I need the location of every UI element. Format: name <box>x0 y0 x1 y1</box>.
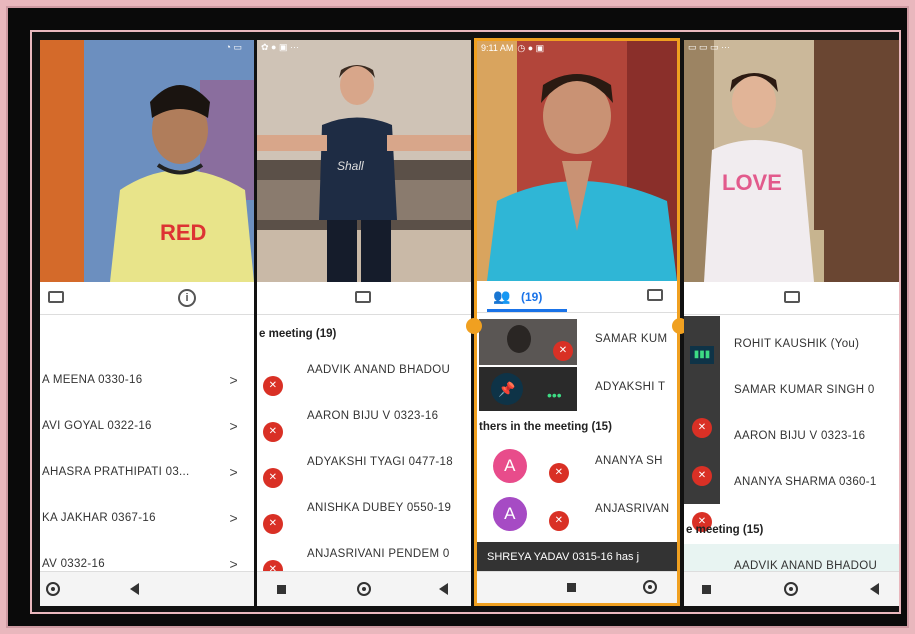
tab-bar: 👥 (19) <box>477 282 677 313</box>
home-icon[interactable] <box>784 582 798 596</box>
people-icon[interactable]: 👥 <box>493 288 510 305</box>
list-item[interactable]: AV 0332-16 > <box>40 542 254 572</box>
phone-screen-1: RED ◔ ▭ i A MEENA 0330-16 > AVI GOYAL 032… <box>40 40 254 606</box>
mic-off-icon: ✕ <box>263 422 283 442</box>
people-count[interactable]: (19) <box>521 290 542 304</box>
home-icon[interactable] <box>357 582 371 596</box>
participant-list: ✕ SAMAR KUM 📌 ••• ADYAKSHI T thers in th… <box>477 315 677 572</box>
tab-bar: i <box>40 284 254 315</box>
phone-screen-4: LOVE ▭ ▭ ▭ ··· ▮▮▮ ✕ ✕ ✕ ROHIT KAUSHIK (… <box>684 40 899 606</box>
mic-off-icon: ✕ <box>263 376 283 396</box>
notification-icons: ▭ ▭ ▭ ··· <box>688 42 731 52</box>
list-item-highlighted[interactable]: ✕ AADVIK ANAND BHADOU <box>684 544 899 572</box>
info-icon[interactable]: i <box>178 289 196 307</box>
recents-icon[interactable] <box>702 585 711 594</box>
android-nav-bar <box>40 571 254 606</box>
chevron-right-icon: > <box>229 556 238 572</box>
participant-list: ▮▮▮ ✕ ✕ ✕ ROHIT KAUSHIK (You) SAMAR KUMA… <box>684 316 899 572</box>
active-tab-indicator <box>487 309 567 312</box>
back-icon[interactable] <box>130 583 139 595</box>
svg-text:Shall: Shall <box>337 159 364 173</box>
mic-off-icon: ✕ <box>549 511 569 531</box>
status-bar: ▭ ▭ ▭ ··· <box>688 42 895 56</box>
chevron-right-icon: > <box>229 464 238 480</box>
list-item[interactable]: ✕ ANISHKA DUBEY 0550-19 <box>257 490 471 536</box>
section-header: e meeting (15) <box>686 524 764 536</box>
recents-icon[interactable] <box>277 585 286 594</box>
wifi-battery-icon: ◔ ▭ <box>225 42 242 52</box>
phone-screen-2: Shall ✿ ● ▣ ··· e meeting (19) ✕ AADVIK A… <box>257 40 471 606</box>
status-bar: ◔ ▭ <box>44 42 250 56</box>
list-item[interactable]: A MEENA 0330-16 > <box>40 358 254 404</box>
list-item[interactable]: ✕ AADVIK ANAND BHADOU <box>257 352 471 398</box>
participant-list: A MEENA 0330-16 > AVI GOYAL 0322-16 > AHAS… <box>40 316 254 572</box>
video-feed-3: 9:11 AM ◷ ● ▣ <box>477 41 677 281</box>
list-item[interactable]: ✕ ADYAKSHI TYAGI 0477-18 <box>257 444 471 490</box>
list-item[interactable]: ANANYA SHARMA 0360-1 <box>684 460 899 506</box>
list-item[interactable]: AARON BIJU V 0323-16 <box>684 414 899 460</box>
join-notification-toast: SHREYA YADAV 0315-16 has j <box>477 542 677 572</box>
recents-icon[interactable] <box>567 583 576 592</box>
list-item[interactable]: KA JAKHAR 0367-16 > <box>40 496 254 542</box>
phone-screen-3: 9:11 AM ◷ ● ▣ 👥 (19) ✕ SAMAR KUM 📌 ••• AD… <box>474 38 680 606</box>
notification-icons: ◷ ● ▣ <box>517 43 545 53</box>
mic-off-icon: ✕ <box>549 463 569 483</box>
chevron-right-icon: > <box>229 510 238 526</box>
section-header: e meeting (19) <box>259 328 337 340</box>
back-icon[interactable] <box>870 583 879 595</box>
video-feed-4: LOVE ▭ ▭ ▭ ··· <box>684 40 899 282</box>
chevron-right-icon: > <box>229 372 238 388</box>
list-item[interactable]: ✕ ANJASRIVANI PENDEM 0 <box>257 536 471 572</box>
mic-off-icon: ✕ <box>263 514 283 534</box>
list-item[interactable]: SAMAR KUMAR SINGH 0 <box>684 368 899 414</box>
status-bar: ✿ ● ▣ ··· <box>261 42 467 56</box>
list-item[interactable]: AVI GOYAL 0322-16 > <box>40 404 254 450</box>
tab-bar <box>684 284 899 315</box>
photo-frame: RED ◔ ▭ i A MEENA 0330-16 > AVI GOYAL 032… <box>6 6 909 628</box>
tab-bar <box>257 284 471 315</box>
list-item[interactable]: ROHIT KAUSHIK (You) <box>684 322 899 368</box>
svg-text:LOVE: LOVE <box>722 170 782 195</box>
chevron-right-icon: > <box>229 418 238 434</box>
section-header: thers in the meeting (15) <box>479 421 612 433</box>
video-feed-2: Shall ✿ ● ▣ ··· <box>257 40 471 282</box>
list-item[interactable]: A ✕ ANANYA SH <box>477 443 677 489</box>
chat-icon[interactable] <box>48 291 64 303</box>
avatar: A <box>493 449 527 483</box>
resize-handle-left[interactable] <box>466 318 482 334</box>
avatar: A <box>493 497 527 531</box>
svg-text:RED: RED <box>160 220 206 245</box>
android-nav-bar <box>477 571 677 603</box>
list-item[interactable]: AHASRA PRATHIPATI 03... > <box>40 450 254 496</box>
list-item[interactable]: ✕ AARON BIJU V 0323-16 <box>257 398 471 444</box>
video-feed-1: RED ◔ ▭ <box>40 40 254 282</box>
list-item[interactable]: ADYAKSHI T <box>477 365 677 411</box>
list-item[interactable]: SAMAR KUM <box>477 317 677 363</box>
android-nav-bar <box>684 571 899 606</box>
status-bar: 9:11 AM ◷ ● ▣ <box>481 43 545 53</box>
participant-list: e meeting (19) ✕ AADVIK ANAND BHADOU ✕ AAR… <box>257 316 471 572</box>
home-icon[interactable] <box>643 580 657 594</box>
android-nav-bar <box>257 571 471 606</box>
list-item[interactable]: A ✕ ANJASRIVAN <box>477 491 677 537</box>
chat-icon[interactable] <box>647 289 663 301</box>
notification-icons: ✿ ● ▣ ··· <box>261 42 299 52</box>
back-icon[interactable] <box>439 583 448 595</box>
chat-icon[interactable] <box>784 291 800 303</box>
home-icon[interactable] <box>46 582 60 596</box>
collage: RED ◔ ▭ i A MEENA 0330-16 > AVI GOYAL 032… <box>30 30 901 614</box>
mic-off-icon: ✕ <box>263 468 283 488</box>
chat-icon[interactable] <box>355 291 371 303</box>
